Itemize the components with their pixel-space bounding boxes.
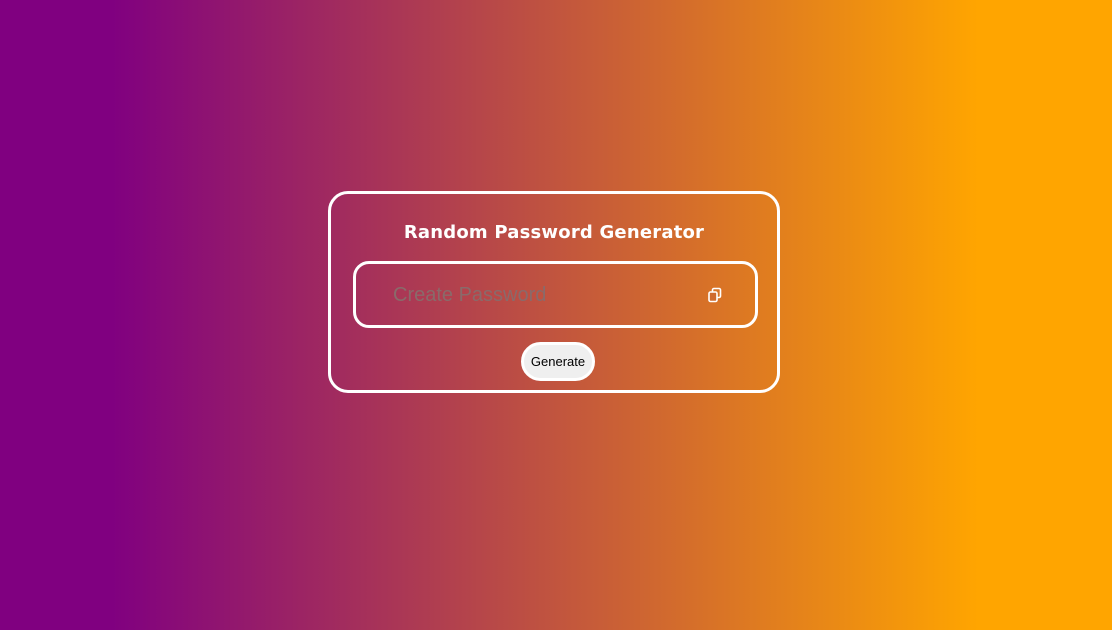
app-title: Random Password Generator [403, 222, 705, 243]
copy-icon[interactable] [707, 287, 723, 303]
password-input[interactable] [393, 282, 693, 308]
password-generator-card: Random Password Generator Generate [328, 191, 780, 393]
password-field-container [353, 261, 758, 328]
generate-button[interactable]: Generate [521, 342, 595, 381]
